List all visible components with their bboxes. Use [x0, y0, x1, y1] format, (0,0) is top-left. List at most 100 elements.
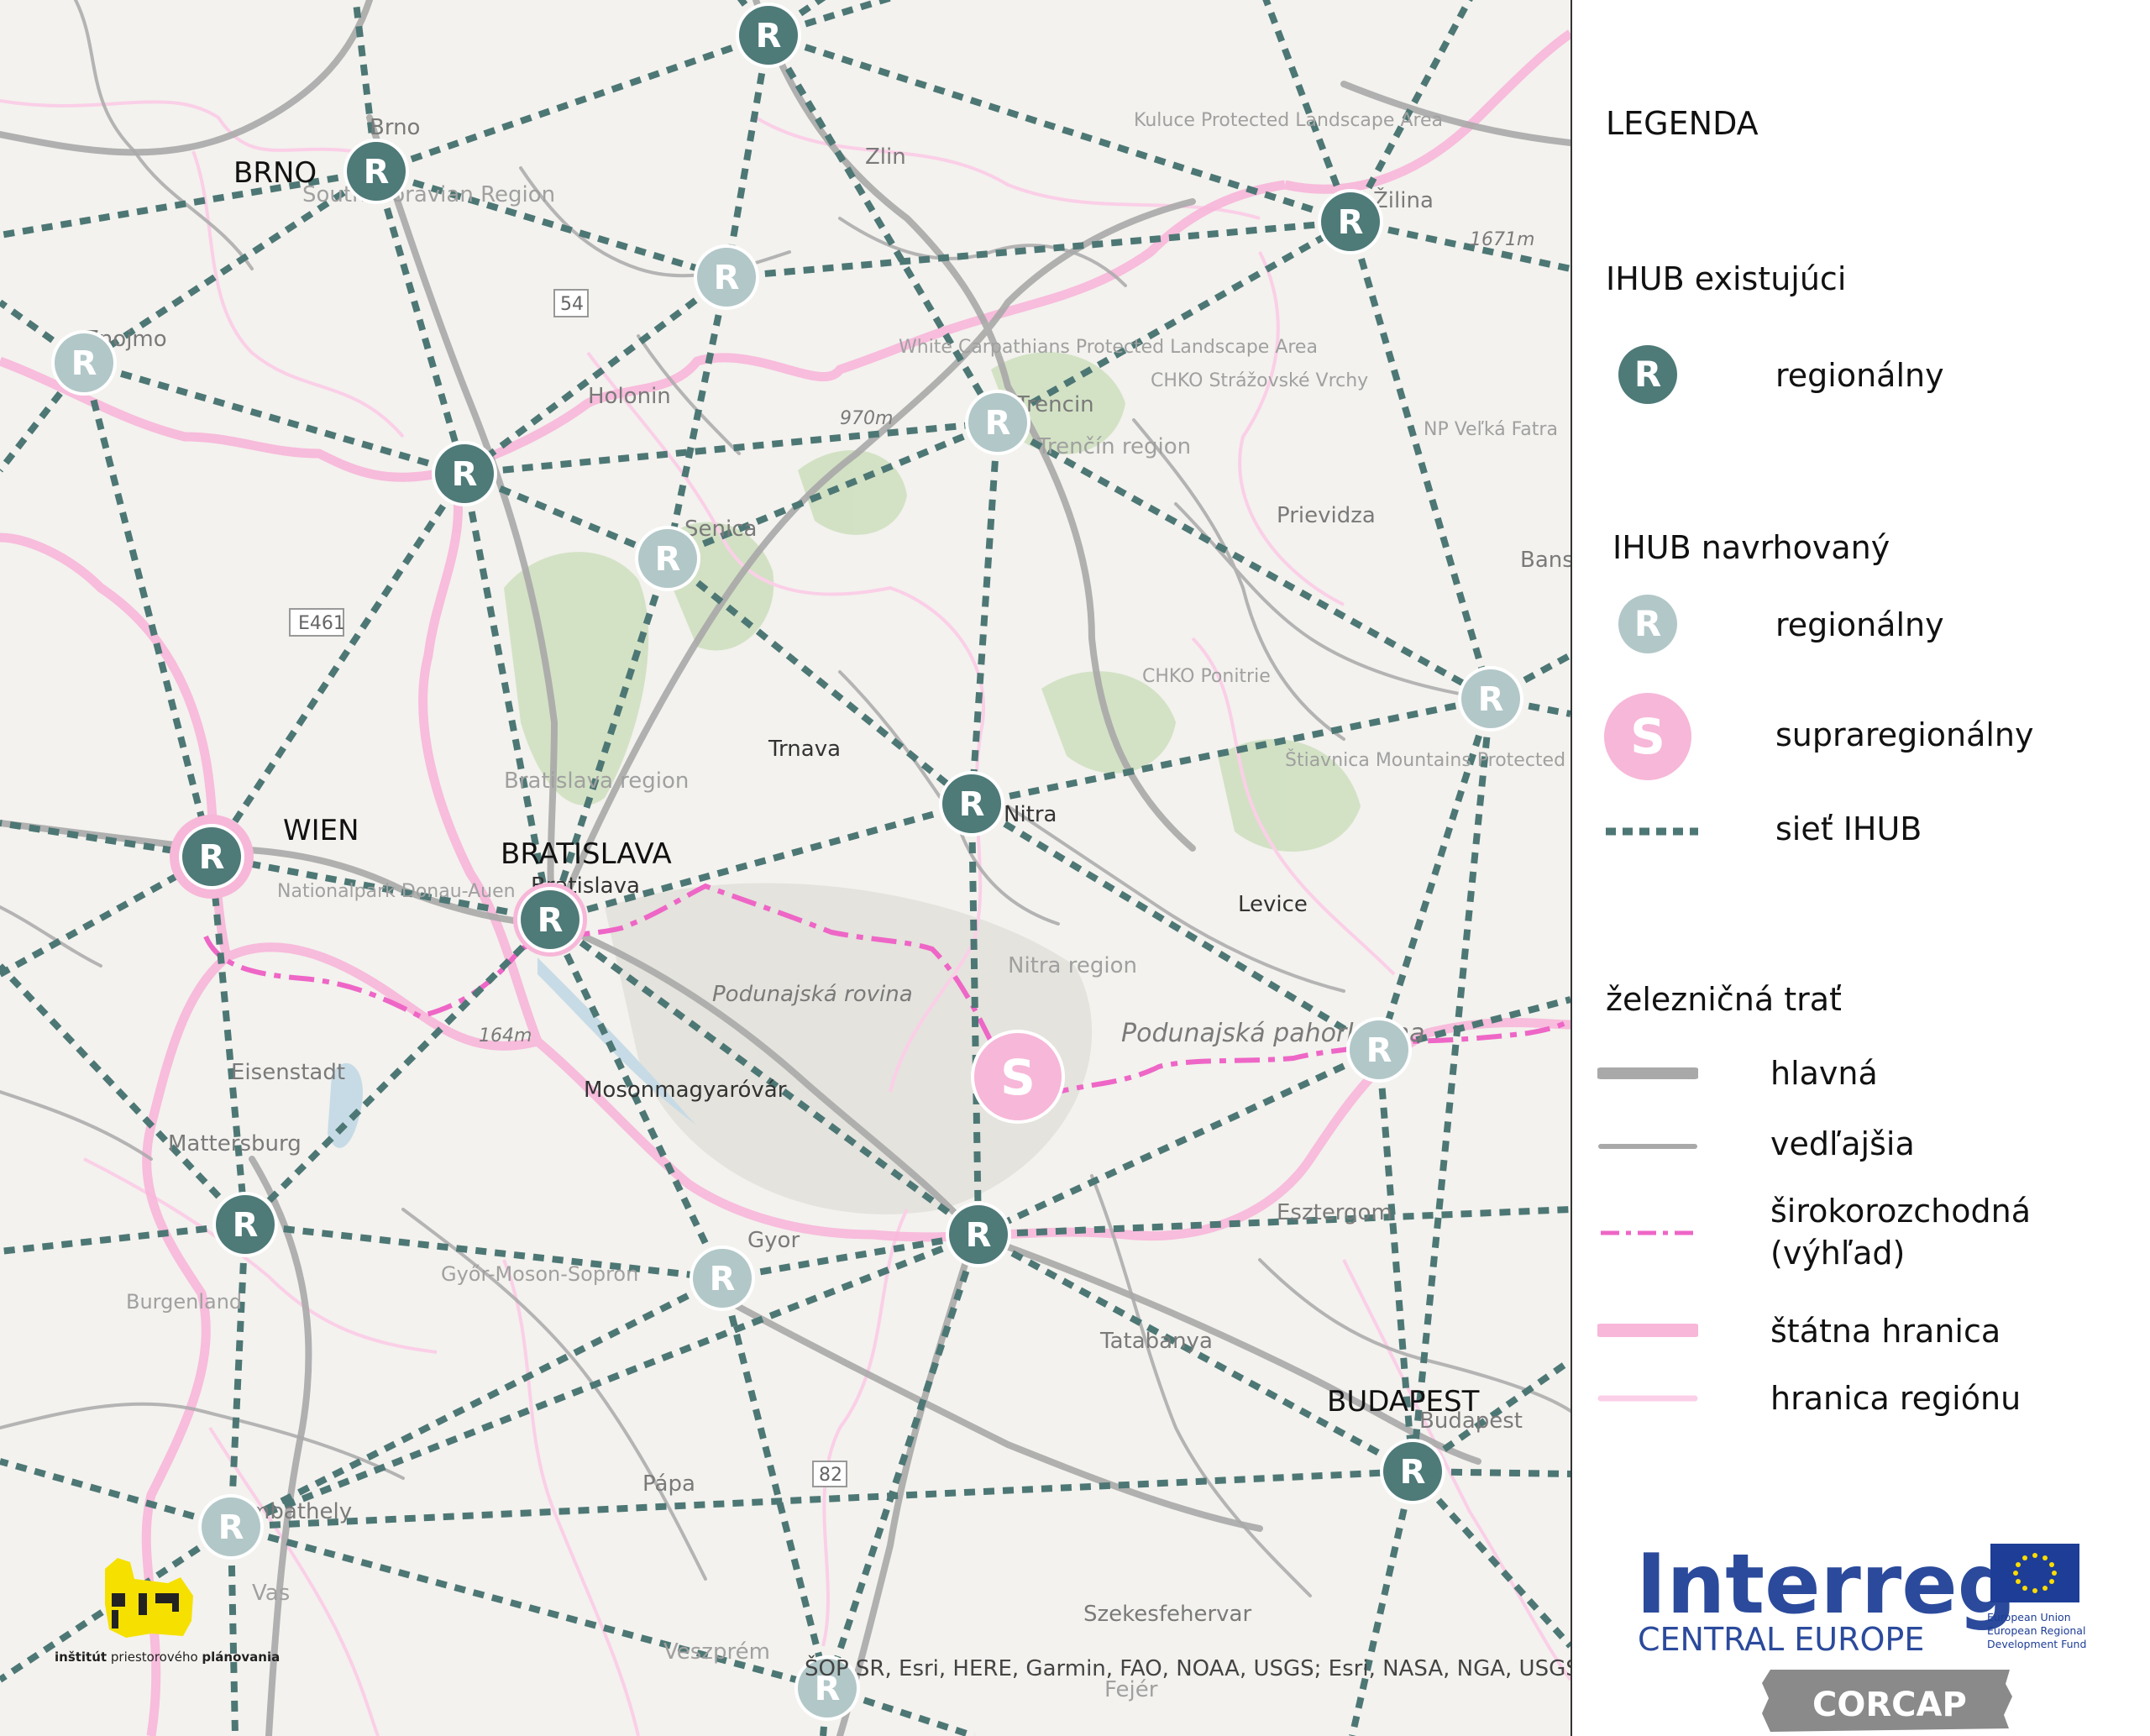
legend-rail-broad-note: (výhľad)	[1770, 1235, 1906, 1272]
hub-existing-wi[interactable]: R	[170, 815, 254, 899]
label-prievidza: Prievidza	[1277, 503, 1376, 528]
label-zlin: Zlin	[865, 144, 906, 170]
svg-text:R: R	[1634, 354, 1661, 395]
city-label-budapest: BUDAPEST	[1327, 1385, 1480, 1419]
label-white-carpathians: White Carpathians Protected Landscape Ar…	[899, 337, 1318, 358]
legend-rail-secondary-label: vedľajšia	[1770, 1125, 1915, 1162]
legend-proposed-regional-icon: R	[1618, 595, 1677, 653]
corcap-text: CORCAP	[1812, 1686, 1967, 1724]
network-link	[719, 1277, 831, 1689]
hub-proposed-sz[interactable]: R	[198, 1494, 264, 1560]
legend-proposed-heading: IHUB navrhovaný	[1612, 529, 1890, 566]
map-canvas[interactable]: Brno South Moravian Region Zlin Holonin …	[0, 0, 1571, 1736]
hub-existing-n[interactable]: R	[736, 3, 801, 68]
legend-supraregional-icon: S	[1604, 693, 1691, 780]
eu-text-1: European Union	[1987, 1611, 2071, 1623]
hub-letter: R	[1366, 1031, 1392, 1070]
legend-proposed-regional-label: regionálny	[1775, 606, 1944, 643]
label-banska: Banská	[1520, 548, 1571, 573]
svg-text:R: R	[1634, 603, 1661, 644]
label-bratislava-region: Bratislava region	[504, 768, 689, 794]
label-chko-ponitrie: CHKO Ponitrie	[1142, 666, 1271, 687]
hub-proposed-gy[interactable]: R	[690, 1246, 755, 1311]
network-link	[1347, 220, 1494, 700]
network-link	[0, 1458, 233, 1530]
hub-existing-ba[interactable]: R	[513, 883, 587, 957]
hub-existing-ni[interactable]: R	[939, 771, 1004, 837]
network-link	[726, 218, 1351, 281]
central-europe-text: CENTRAL EUROPE	[1638, 1621, 1924, 1658]
label-1671m: 1671m	[1470, 229, 1534, 250]
label-gyor: Gyor	[747, 1228, 800, 1253]
hub-letter: R	[1400, 1453, 1426, 1492]
network-link	[1350, 218, 1571, 272]
legend-panel: LEGENDA IHUB existujúci R regionálny IHU…	[1572, 0, 2150, 1736]
hub-existing-za[interactable]: R	[1318, 189, 1383, 254]
legend-state-border-line	[1597, 1324, 1698, 1337]
network-link	[765, 33, 1001, 425]
label-164m: 164m	[479, 1025, 532, 1046]
hub-existing-ma[interactable]: R	[212, 1192, 278, 1257]
city-label-brno: BRNO	[233, 156, 317, 190]
network-link	[968, 422, 1001, 805]
network-link	[0, 963, 248, 1227]
label-holonin: Holonin	[588, 384, 671, 409]
label-levice: Levice	[1238, 892, 1308, 917]
label-nationalpark: Nationalpark Donau-Auen	[277, 881, 516, 902]
label-mattersburg: Mattersburg	[168, 1131, 302, 1156]
hub-letter: R	[199, 838, 225, 877]
legend-title: LEGENDA	[1606, 105, 1759, 142]
hub-letter: R	[966, 1216, 992, 1255]
hub-markers: RRRRRRRRRRRRS RRRRRRR	[51, 3, 1523, 1721]
legend-existing-regional-label: regionálny	[1775, 357, 1944, 394]
svg-text:S: S	[1630, 708, 1665, 765]
city-label-wien: WIEN	[283, 814, 359, 847]
label-stiavnica: Štiavnica Mountains Protected Landscape …	[1285, 749, 1571, 771]
legend-network-label: sieť IHUB	[1775, 810, 1922, 847]
hub-proposed-u1[interactable]: R	[694, 244, 759, 310]
label-eisenstadt: Eisenstadt	[231, 1060, 345, 1085]
label-gyor-moson: Győr-Moson-Sopron	[441, 1262, 638, 1286]
legend-region-border-line	[1597, 1395, 1698, 1402]
svg-text:E461: E461	[298, 613, 345, 634]
hub-letter: R	[710, 1260, 736, 1298]
label-nitra-region: Nitra region	[1008, 953, 1137, 978]
map-panel[interactable]: Brno South Moravian Region Zlin Holonin …	[0, 0, 1571, 1736]
label-south-moravian: South Moravian Region	[302, 182, 555, 207]
hub-existing-m[interactable]: R	[432, 441, 497, 506]
hub-proposed-se[interactable]: R	[635, 526, 700, 591]
hub-existing-br[interactable]: R	[343, 139, 409, 204]
hub-letter: S	[1000, 1049, 1036, 1106]
hub-proposed-e[interactable]: R	[1458, 666, 1523, 732]
label-podunajska-rovina: Podunajská rovina	[712, 982, 913, 1007]
hub-letter: R	[233, 1206, 259, 1245]
legend-rail-broad-label: širokorozchodná	[1770, 1193, 2031, 1230]
legend-supraregional-label: supraregionálny	[1775, 716, 2034, 753]
label-trnava: Trnava	[768, 737, 841, 762]
label-zilina: Žilina	[1373, 186, 1434, 213]
label-burgenland: Burgenland	[126, 1290, 242, 1314]
hub-letter: R	[756, 17, 782, 55]
eu-flag	[1990, 1544, 2079, 1602]
hub-proposed-lv[interactable]: R	[1346, 1017, 1412, 1083]
hub-supraregional-su[interactable]: S	[971, 1030, 1065, 1124]
hub-letter: R	[364, 153, 390, 191]
hub-letter: R	[538, 901, 564, 940]
hub-letter: R	[71, 344, 97, 383]
legend-rail-main-line	[1597, 1067, 1698, 1079]
map-attribution: ŠOP SR, Esri, HERE, Garmin, FAO, NOAA, U…	[805, 1655, 1571, 1681]
legend-region-border-label: hranica regiónu	[1770, 1380, 2022, 1417]
label-chko-strazovske: CHKO Strážovské Vrchy	[1151, 370, 1368, 391]
eu-text-3: Development Fund	[1987, 1638, 2086, 1650]
label-papa: Pápa	[642, 1471, 695, 1497]
label-970m: 970m	[840, 408, 893, 429]
hub-proposed-zn[interactable]: R	[51, 330, 117, 396]
legend-rail-main-label: hlavná	[1770, 1055, 1878, 1092]
label-vas: Vas	[252, 1581, 290, 1606]
label-np-velka-fatra: NP Veľká Fatra	[1424, 419, 1558, 440]
hub-existing-ko[interactable]: R	[946, 1202, 1011, 1267]
legend-rail-broad-line	[1601, 1230, 1695, 1235]
hub-proposed-t[interactable]: R	[965, 390, 1030, 455]
label-tatabanya: Tatabanya	[1099, 1329, 1213, 1354]
hub-existing-bu[interactable]: R	[1380, 1439, 1445, 1504]
